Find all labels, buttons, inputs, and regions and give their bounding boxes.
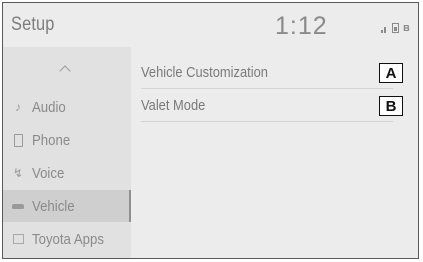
screen-frame: Setup 1:12 ʙ ♪ Audio Phone ↯ Voice Vehic…: [2, 2, 419, 259]
sidebar-item-phone[interactable]: Phone: [3, 124, 131, 156]
clock: 1:12: [275, 12, 328, 40]
apps-icon: [12, 234, 24, 244]
sidebar-item-audio[interactable]: ♪ Audio: [3, 91, 131, 123]
callout-label-b: B: [379, 96, 403, 116]
sidebar-item-label: Voice: [32, 164, 65, 182]
car-icon: [12, 203, 24, 209]
car-icon-wrap: [11, 199, 25, 213]
header-bar: Setup 1:12 ʙ: [3, 3, 418, 47]
callout-label-a: A: [379, 63, 403, 83]
sidebar-item-vehicle[interactable]: Vehicle: [3, 190, 131, 222]
phone-icon: [13, 133, 23, 147]
sidebar-item-voice[interactable]: ↯ Voice: [3, 157, 131, 189]
sidebar-item-label: Audio: [32, 98, 66, 116]
sidebar-item-label: Phone: [32, 131, 71, 149]
sidebar-item-label: Vehicle: [32, 197, 75, 215]
list-item-valet-mode[interactable]: Valet Mode: [141, 90, 393, 122]
settings-list: Vehicle Customization Valet Mode: [131, 47, 418, 258]
voice-icon: ↯: [12, 166, 24, 180]
sidebar: ♪ Audio Phone ↯ Voice Vehicle Toyota App…: [3, 47, 131, 258]
status-icons: ʙ: [381, 22, 410, 34]
sidebar-item-label: Toyota Apps: [32, 230, 104, 248]
chevron-up-icon[interactable]: [59, 65, 71, 77]
sidebar-item-toyota-apps[interactable]: Toyota Apps: [3, 223, 131, 255]
list-item-label: Vehicle Customization: [141, 64, 268, 81]
phone-icon-wrap: [11, 133, 25, 147]
list-item-label: Valet Mode: [141, 97, 206, 114]
apps-icon-wrap: [11, 232, 25, 246]
battery-icon: [392, 23, 399, 33]
page-title: Setup: [11, 14, 55, 35]
music-note-icon: ♪: [15, 100, 21, 114]
signal-icon: [381, 25, 388, 33]
bluetooth-icon: ʙ: [403, 22, 410, 34]
list-item-vehicle-customization[interactable]: Vehicle Customization: [141, 57, 393, 89]
